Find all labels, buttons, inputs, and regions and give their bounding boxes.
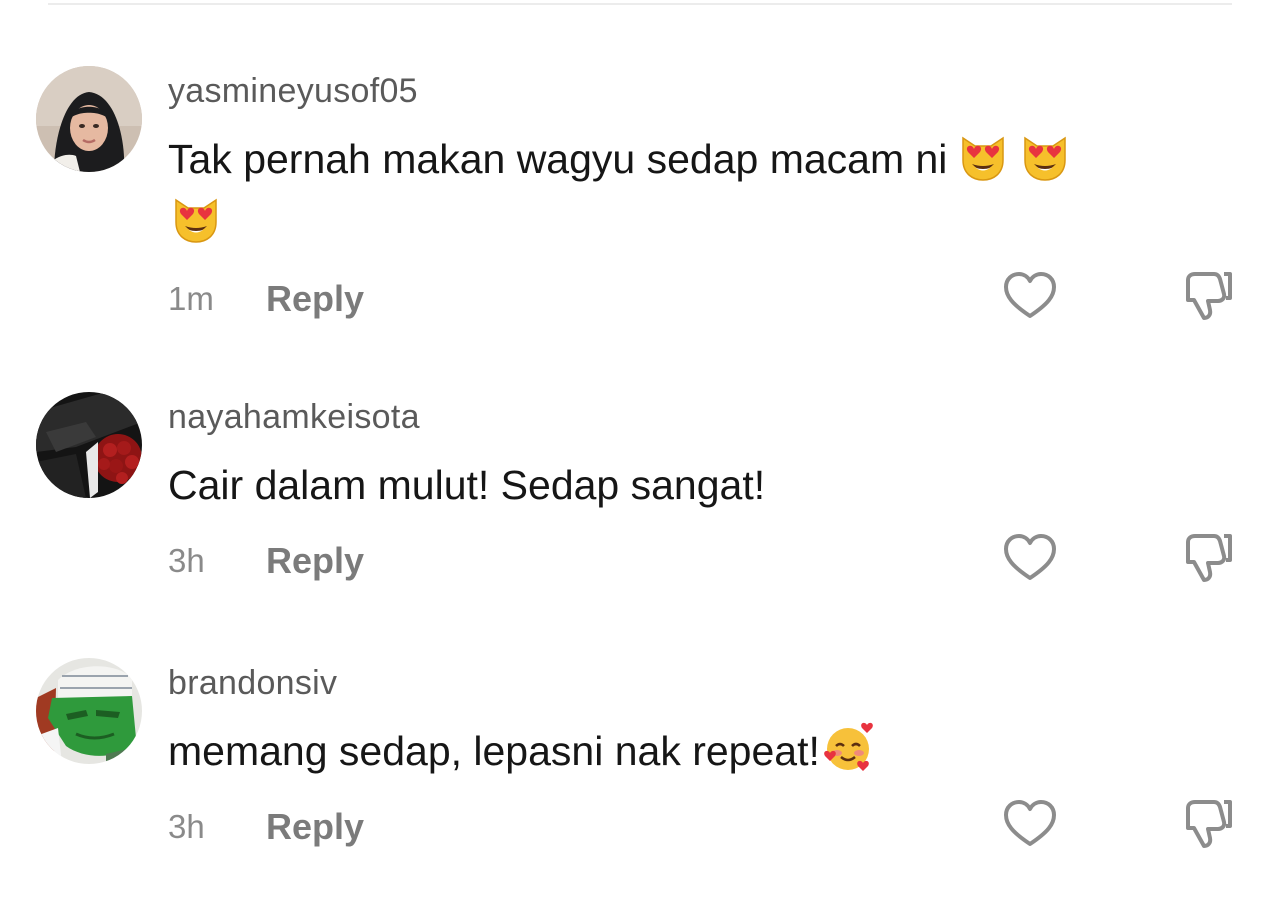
comment-username[interactable]: nayahamkeisota: [168, 398, 420, 437]
dislike-button[interactable]: [1180, 270, 1236, 322]
top-divider: [48, 3, 1232, 5]
like-button[interactable]: [1002, 798, 1058, 850]
heart-outline-icon: [1004, 272, 1056, 318]
avatar[interactable]: [36, 392, 142, 498]
comment-timestamp: 3h: [168, 808, 205, 845]
like-button[interactable]: [1002, 532, 1058, 584]
comment-body: memang sedap, lepasni nak repeat!: [168, 720, 1198, 782]
comment-text: Tak pernah makan wagyu sedap macam ni: [168, 136, 948, 182]
comment-timestamp: 3h: [168, 542, 205, 579]
comment-username[interactable]: brandonsiv: [168, 664, 337, 703]
smiling-cat-heart-eyes-icon: [1019, 130, 1071, 182]
reply-button[interactable]: Reply: [266, 540, 364, 582]
comment-item: yasmineyusof05 Tak pernah makan wagyu se…: [0, 66, 1280, 326]
smiling-cat-heart-eyes-icon: [170, 192, 222, 244]
like-button[interactable]: [1002, 270, 1058, 322]
comment-text: memang sedap, lepasni nak repeat!: [168, 728, 820, 774]
comment-item: nayahamkeisota Cair dalam mulut! Sedap s…: [0, 392, 1280, 652]
comment-username[interactable]: yasmineyusof05: [168, 72, 418, 111]
avatar[interactable]: [36, 658, 142, 764]
avatar-green-character-image: [36, 658, 142, 764]
comment-body: Tak pernah makan wagyu sedap macam ni: [168, 128, 1198, 246]
heart-outline-icon: [1004, 800, 1056, 846]
smiling-face-with-hearts-icon: [822, 722, 874, 774]
thumbs-down-outline-icon: [1186, 272, 1232, 320]
thumbs-down-outline-icon: [1186, 534, 1232, 582]
comment-actions: 3h Reply: [0, 798, 1280, 858]
dislike-button[interactable]: [1180, 532, 1236, 584]
reply-button[interactable]: Reply: [266, 806, 364, 848]
avatar[interactable]: [36, 66, 142, 172]
reply-button[interactable]: Reply: [266, 278, 364, 320]
comment-actions: 1m Reply: [0, 270, 1280, 330]
comment-timestamp: 1m: [168, 280, 214, 317]
avatar-car-interior-roses-image: [36, 392, 142, 498]
comment-item: brandonsiv memang sedap, lepasni nak rep…: [0, 658, 1280, 918]
heart-outline-icon: [1004, 534, 1056, 580]
emoji-row: [168, 190, 1198, 246]
dislike-button[interactable]: [1180, 798, 1236, 850]
avatar-woman-hijab-image: [36, 66, 142, 172]
comment-body: Cair dalam mulut! Sedap sangat!: [168, 454, 1198, 516]
smiling-cat-heart-eyes-icon: [957, 130, 1009, 182]
comment-actions: 3h Reply: [0, 532, 1280, 592]
thumbs-down-outline-icon: [1186, 800, 1232, 848]
comment-text: Cair dalam mulut! Sedap sangat!: [168, 462, 766, 508]
